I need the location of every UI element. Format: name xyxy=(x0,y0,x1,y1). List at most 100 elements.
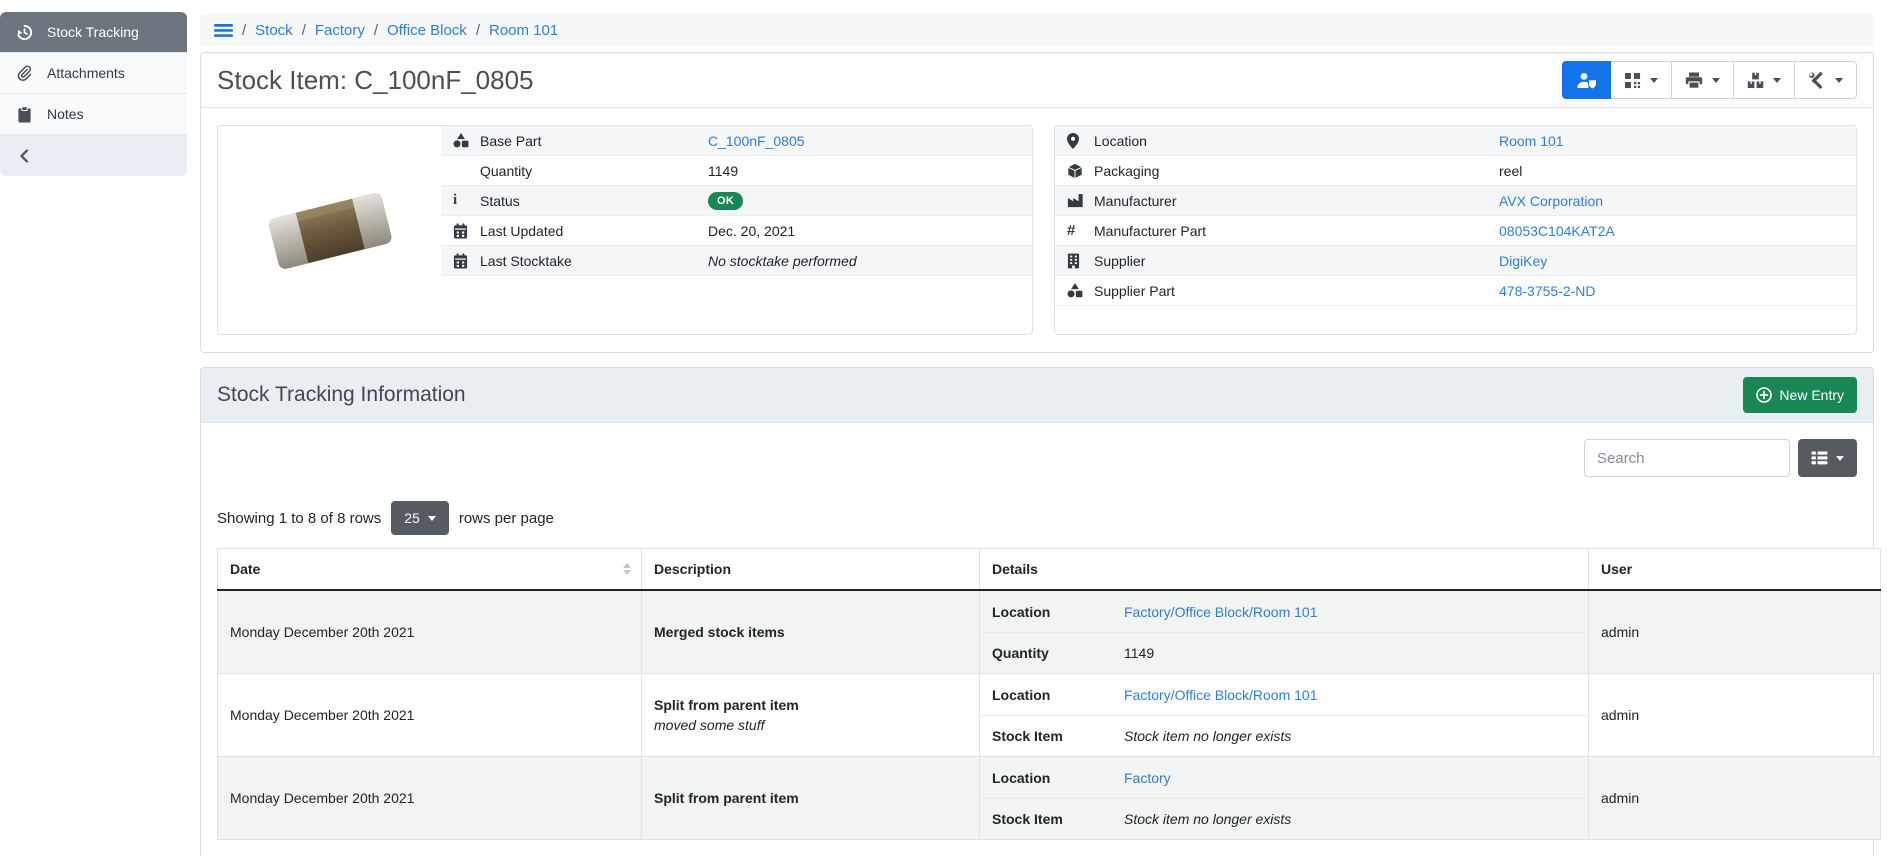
packaging-value: reel xyxy=(1499,163,1522,179)
search-input[interactable] xyxy=(1584,439,1790,477)
caret-down-icon xyxy=(1650,78,1658,83)
detail-sub-row: Location Factory/Office Block/Room 101 xyxy=(980,591,1588,632)
sidebar-item-notes[interactable]: Notes xyxy=(0,94,187,135)
detail-row-base-part: Base Part C_100nF_0805 xyxy=(441,126,1032,156)
detail-row-manufacturer: Manufacturer AVX Corporation xyxy=(1055,186,1856,216)
admin-view-button[interactable] xyxy=(1562,61,1611,99)
tools-icon xyxy=(1808,72,1826,89)
sub-label: Location xyxy=(992,770,1124,786)
detail-row-packaging: Packaging reel xyxy=(1055,156,1856,186)
column-header-label: User xyxy=(1601,561,1632,577)
detail-sub-row: Stock Item Stock item no longer exists xyxy=(980,798,1588,839)
sidebar-item-stock-tracking[interactable]: Stock Tracking xyxy=(0,12,187,53)
rows-per-page-label: rows per page xyxy=(459,510,554,527)
last-updated-value: Dec. 20, 2021 xyxy=(708,223,795,239)
location-link[interactable]: Room 101 xyxy=(1499,133,1564,149)
quantity-value: 1149 xyxy=(708,163,738,179)
manufacturer-part-link[interactable]: 08053C104KAT2A xyxy=(1499,223,1615,239)
detail-row-last-stocktake: Last Stocktake No stocktake performed xyxy=(441,246,1032,276)
barcode-actions-button[interactable] xyxy=(1610,61,1672,99)
stock-item-toolbar xyxy=(1562,61,1857,99)
table-row: Monday December 20th 2021 Split from par… xyxy=(218,674,1881,757)
capacitor-image xyxy=(250,175,410,285)
caret-down-icon xyxy=(1773,78,1781,83)
column-header-date[interactable]: Date xyxy=(218,549,642,591)
detail-row-last-updated: Last Updated Dec. 20, 2021 xyxy=(441,216,1032,246)
base-part-link[interactable]: C_100nF_0805 xyxy=(708,133,805,149)
column-header-label: Description xyxy=(654,561,731,577)
column-header-label: Details xyxy=(992,561,1038,577)
stock-item-detail-card-right: Location Room 101 Packaging reel xyxy=(1054,125,1857,335)
section-title: Stock Tracking Information xyxy=(217,383,466,407)
breadcrumb-link-room-101[interactable]: Room 101 xyxy=(489,22,558,39)
manufacturer-link[interactable]: AVX Corporation xyxy=(1499,193,1603,209)
detail-label: Status xyxy=(480,193,708,209)
cell-details: Location Factory/Office Block/Room 101 S… xyxy=(980,674,1589,757)
table-controls xyxy=(217,439,1857,477)
building-icon xyxy=(1067,253,1094,269)
breadcrumb-link-stock[interactable]: Stock xyxy=(255,22,293,39)
columns-list-icon xyxy=(1811,451,1828,465)
cell-details: Location Factory Stock Item Stock item n… xyxy=(980,757,1589,840)
detail-row-quantity: Quantity 1149 xyxy=(441,156,1032,186)
cell-user: admin xyxy=(1589,590,1881,674)
detail-sub-row: Location Factory/Office Block/Room 101 xyxy=(980,674,1588,715)
detail-location-link[interactable]: Factory/Office Block/Room 101 xyxy=(1124,687,1317,703)
map-marker-icon xyxy=(1067,133,1094,149)
supplier-link[interactable]: DigiKey xyxy=(1499,253,1547,269)
plus-circle-icon xyxy=(1756,387,1772,403)
sub-label: Quantity xyxy=(992,645,1124,661)
stock-item-detail-table-left: Base Part C_100nF_0805 Quantity 1149 i S… xyxy=(441,126,1032,334)
boxes-icon xyxy=(1747,72,1764,89)
caret-down-icon xyxy=(1712,78,1720,83)
caret-down-icon xyxy=(1835,78,1843,83)
description-note: moved some stuff xyxy=(654,717,967,733)
stock-item-panel: Stock Item: C_100nF_0805 xyxy=(200,52,1874,353)
sidebar-collapse-button[interactable] xyxy=(0,135,187,176)
column-settings-button[interactable] xyxy=(1798,439,1857,477)
stock-item-panel-header: Stock Item: C_100nF_0805 xyxy=(201,53,1873,108)
caret-down-icon xyxy=(428,516,436,521)
printer-icon xyxy=(1685,72,1703,89)
print-actions-button[interactable] xyxy=(1671,61,1734,99)
stock-item-actions-button[interactable] xyxy=(1794,61,1857,99)
breadcrumb-link-factory[interactable]: Factory xyxy=(315,22,365,39)
sidebar: Stock Tracking Attachments Notes xyxy=(0,12,187,176)
detail-row-manufacturer-part: # Manufacturer Part 08053C104KAT2A xyxy=(1055,216,1856,246)
breadcrumb-separator: / xyxy=(302,22,306,39)
detail-label: Last Updated xyxy=(480,223,708,239)
calendar-icon xyxy=(453,253,480,269)
sub-label: Stock Item xyxy=(992,811,1124,827)
detail-label: Base Part xyxy=(480,133,708,149)
pagination-info: Showing 1 to 8 of 8 rows 25 rows per pag… xyxy=(217,501,1857,535)
detail-sub-row: Stock Item Stock item no longer exists xyxy=(980,715,1588,756)
breadcrumb-link-office-block[interactable]: Office Block xyxy=(387,22,467,39)
paperclip-icon xyxy=(14,65,34,82)
supplier-part-link[interactable]: 478-3755-2-ND xyxy=(1499,283,1596,299)
industry-icon xyxy=(1067,193,1094,208)
new-entry-label: New Entry xyxy=(1779,387,1844,403)
detail-sub-row: Quantity 1149 xyxy=(980,632,1588,673)
new-entry-button[interactable]: New Entry xyxy=(1743,377,1857,413)
description-text: Merged stock items xyxy=(654,624,967,640)
detail-location-link[interactable]: Factory xyxy=(1124,770,1171,786)
chevron-left-icon xyxy=(14,149,34,163)
breadcrumb: / Stock / Factory / Office Block / Room … xyxy=(200,13,1874,47)
breadcrumb-separator: / xyxy=(476,22,480,39)
detail-row-location: Location Room 101 xyxy=(1055,126,1856,156)
clipboard-icon xyxy=(14,106,34,123)
page-title: Stock Item: C_100nF_0805 xyxy=(217,65,534,96)
stock-actions-button[interactable] xyxy=(1733,61,1795,99)
sidebar-item-attachments[interactable]: Attachments xyxy=(0,53,187,94)
menu-icon[interactable] xyxy=(214,23,233,38)
cell-date: Monday December 20th 2021 xyxy=(218,757,642,840)
info-icon: i xyxy=(453,192,480,209)
stock-item-detail-card-left: Base Part C_100nF_0805 Quantity 1149 i S… xyxy=(217,125,1033,335)
detail-location-link[interactable]: Factory/Office Block/Room 101 xyxy=(1124,604,1317,620)
detail-label: Supplier xyxy=(1094,253,1499,269)
part-thumbnail[interactable] xyxy=(218,126,441,334)
detail-value: Stock item no longer exists xyxy=(1124,728,1291,744)
last-stocktake-value: No stocktake performed xyxy=(708,253,857,269)
page-size-selector[interactable]: 25 xyxy=(391,501,449,535)
column-header-label: Date xyxy=(230,561,260,577)
